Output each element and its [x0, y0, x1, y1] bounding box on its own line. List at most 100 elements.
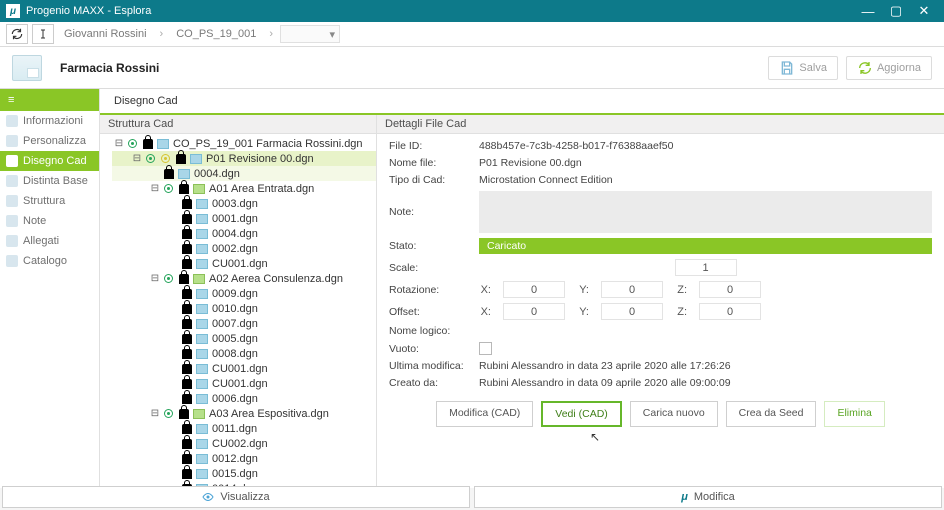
refresh-button[interactable]: Aggiorna	[846, 56, 932, 80]
carica-nuovo-button[interactable]: Carica nuovo	[630, 401, 718, 427]
sidebar-item-allegati[interactable]: Allegati	[0, 231, 99, 251]
tree-row[interactable]: 0004.dgn	[112, 226, 376, 241]
modifica-button[interactable]: μ Modifica	[474, 486, 942, 508]
tree-row[interactable]: 0015.dgn	[112, 466, 376, 481]
tree-row[interactable]: ⊟A02 Aerea Consulenza.dgn	[112, 271, 376, 286]
scale-input[interactable]	[675, 259, 737, 276]
stato-label: Stato:	[389, 240, 479, 252]
rotazione-label: Rotazione:	[389, 284, 479, 296]
breadcrumb-user[interactable]: Giovanni Rossini	[58, 28, 153, 40]
tree-row[interactable]: 0009.dgn	[112, 286, 376, 301]
tree-row[interactable]: 0012.dgn	[112, 451, 376, 466]
vuoto-checkbox[interactable]	[479, 342, 492, 355]
vedi-cad-button[interactable]: Vedi (CAD)	[541, 401, 622, 427]
sidebar-item-personalizza[interactable]: Personalizza	[0, 131, 99, 151]
lock-icon	[182, 259, 192, 269]
ultima-modifica-label: Ultima modifica:	[389, 360, 479, 372]
sidebar-item-disegno-cad[interactable]: Disegno Cad	[0, 151, 99, 171]
tree-row[interactable]: CU001.dgn	[112, 256, 376, 271]
tipo-cad-value: Microstation Connect Edition	[479, 174, 613, 186]
tree-row[interactable]: CU002.dgn	[112, 436, 376, 451]
rot-x-input[interactable]	[503, 281, 565, 298]
lock-icon	[182, 439, 192, 449]
lock-icon	[182, 304, 192, 314]
save-button[interactable]: Salva	[768, 56, 838, 80]
file-icon	[193, 184, 205, 194]
tree-row[interactable]: 0004.dgn	[112, 166, 376, 181]
file-icon	[193, 409, 205, 419]
tree-row[interactable]: ⊟A03 Area Espositiva.dgn	[112, 406, 376, 421]
tree-row[interactable]: 0005.dgn	[112, 331, 376, 346]
file-icon	[196, 289, 208, 299]
breadcrumb-sep-1: ›	[157, 28, 167, 40]
crea-da-seed-button[interactable]: Crea da Seed	[726, 401, 817, 427]
lock-icon	[182, 229, 192, 239]
tree-row[interactable]: 0007.dgn	[112, 316, 376, 331]
tree-row-label: 0010.dgn	[212, 303, 258, 315]
note-textarea[interactable]	[479, 191, 932, 233]
save-label: Salva	[799, 62, 827, 74]
sidebar: ≡ InformazioniPersonalizzaDisegno Cad Dis…	[0, 89, 100, 488]
tree-row[interactable]: ⊟A01 Area Entrata.dgn	[112, 181, 376, 196]
lock-icon	[182, 214, 192, 224]
close-button[interactable]: ✕	[910, 3, 938, 19]
visualizza-button[interactable]: Visualizza	[2, 486, 470, 508]
lock-icon	[176, 154, 186, 164]
tree-row[interactable]: 0006.dgn	[112, 391, 376, 406]
tree-row-label: CU001.dgn	[212, 363, 268, 375]
expand-icon[interactable]: ⊟	[114, 138, 124, 149]
tree-row[interactable]: ⊟ P01 Revisione 00.dgn	[112, 151, 376, 166]
minimize-button[interactable]: —	[854, 4, 882, 19]
file-icon	[196, 424, 208, 434]
tree-row-label: 0012.dgn	[212, 453, 258, 465]
breadcrumb-code[interactable]: CO_PS_19_001	[170, 28, 262, 40]
cursor-button[interactable]	[32, 24, 54, 44]
elimina-button[interactable]: Elimina	[824, 401, 884, 427]
rot-z-input[interactable]	[699, 281, 761, 298]
tree-row[interactable]: 0008.dgn	[112, 346, 376, 361]
tree-row[interactable]: 0011.dgn	[112, 421, 376, 436]
off-x-input[interactable]	[503, 303, 565, 320]
tree-row[interactable]: 0003.dgn	[112, 196, 376, 211]
tree-row-label: CU001.dgn	[212, 258, 268, 270]
sidebar-item-distinta-base[interactable]: Distinta Base	[0, 171, 99, 191]
sidebar-item-informazioni[interactable]: Informazioni	[0, 111, 99, 131]
modifica-cad-button[interactable]: Modifica (CAD)	[436, 401, 533, 427]
app-icon: μ	[6, 4, 20, 18]
tree-row-label: P01 Revisione 00.dgn	[206, 153, 314, 165]
sidebar-item-icon	[6, 175, 18, 187]
rot-z-label: Z:	[675, 284, 687, 296]
sidebar-item-struttura[interactable]: Struttura	[0, 191, 99, 211]
sync-button[interactable]	[6, 24, 28, 44]
expand-icon[interactable]: ⊟	[150, 273, 160, 284]
tree-row[interactable]: 0002.dgn	[112, 241, 376, 256]
file-icon	[196, 454, 208, 464]
rot-y-input[interactable]	[601, 281, 663, 298]
tree-row[interactable]: CU001.dgn	[112, 361, 376, 376]
maximize-button[interactable]: ▢	[882, 3, 910, 19]
file-id-value: 488b457e-7c3b-4258-b017-f76388aaef50	[479, 140, 673, 152]
sidebar-item-note[interactable]: Note	[0, 211, 99, 231]
breadcrumb-dropdown[interactable]: ▾	[280, 25, 340, 43]
sidebar-item-label: Struttura	[23, 195, 65, 207]
tree-row-label: 0015.dgn	[212, 468, 258, 480]
sidebar-item-catalogo[interactable]: Catalogo	[0, 251, 99, 271]
file-icon	[196, 439, 208, 449]
tree-row[interactable]: CU001.dgn	[112, 376, 376, 391]
expand-icon[interactable]: ⊟	[150, 408, 160, 419]
hamburger-button[interactable]: ≡	[0, 89, 99, 111]
off-y-input[interactable]	[601, 303, 663, 320]
file-icon	[196, 304, 208, 314]
lock-icon	[179, 409, 189, 419]
file-icon	[190, 154, 202, 164]
tree-row[interactable]: 0001.dgn	[112, 211, 376, 226]
off-z-input[interactable]	[699, 303, 761, 320]
status-dot-icon	[164, 184, 173, 193]
tree-row[interactable]: ⊟CO_PS_19_001 Farmacia Rossini.dgn	[112, 136, 376, 151]
sidebar-item-label: Distinta Base	[23, 175, 88, 187]
tree-row[interactable]: 0010.dgn	[112, 301, 376, 316]
tree-scroll[interactable]: ⊟CO_PS_19_001 Farmacia Rossini.dgn⊟P01 R…	[100, 134, 376, 488]
lock-icon	[182, 424, 192, 434]
expand-icon[interactable]: ⊟	[150, 183, 160, 194]
expand-icon[interactable]: ⊟	[132, 153, 142, 164]
